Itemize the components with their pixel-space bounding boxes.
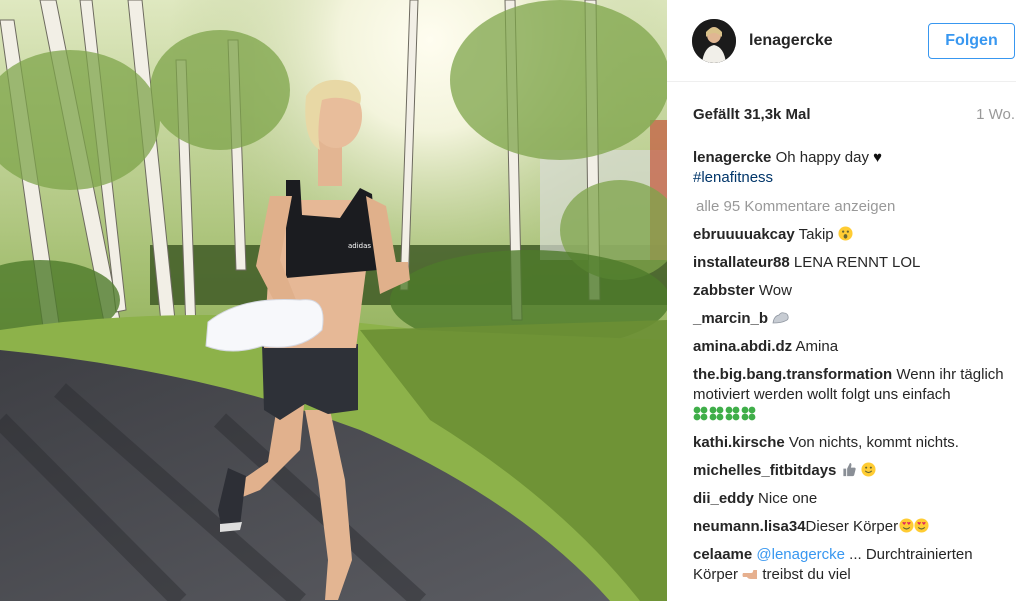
comment-username[interactable]: dii_eddy bbox=[693, 490, 754, 507]
post-age[interactable]: 1 Wo. bbox=[976, 106, 1015, 123]
post-author-username[interactable]: lenagercke bbox=[749, 32, 928, 50]
comment-text: Wow bbox=[758, 282, 792, 299]
smiley-emoji-icon bbox=[861, 462, 876, 477]
comment-username[interactable]: celaame bbox=[693, 546, 752, 563]
instagram-post-view: adidas lenagercke Folgen Gefällt 31,3k M… bbox=[0, 0, 1024, 601]
running-woman-photo: adidas bbox=[0, 0, 667, 601]
comment-username[interactable]: ebruuuuakcay bbox=[693, 226, 795, 243]
comment: kathi.kirsche Von nichts, kommt nichts. bbox=[693, 433, 1004, 453]
comment-username[interactable]: amina.abdi.dz bbox=[693, 338, 792, 355]
post-header: lenagercke Folgen bbox=[667, 0, 1024, 82]
comment: the.big.bang.transformation Wenn ihr täg… bbox=[693, 365, 1004, 425]
comment-username[interactable]: the.big.bang.transformation bbox=[693, 366, 892, 383]
comment: michelles_fitbitdays bbox=[693, 461, 1004, 481]
caption-hashtag[interactable]: #lenafitness bbox=[693, 169, 773, 186]
heart-eyes-emoji-icon bbox=[898, 518, 930, 535]
comment-text: Dieser Körper bbox=[805, 518, 899, 535]
comment: neumann.lisa34Dieser Körper bbox=[693, 517, 1004, 537]
likes-count[interactable]: Gefällt 31,3k Mal bbox=[693, 106, 811, 123]
comment: ebruuuuakcay Takip bbox=[693, 225, 1004, 245]
comment-mention[interactable]: @lenagercke bbox=[756, 546, 845, 563]
comments-scrollbar[interactable] bbox=[1016, 0, 1024, 601]
comment-text: LENA RENNT LOL bbox=[793, 254, 921, 271]
caption-text: Oh happy day bbox=[775, 149, 869, 166]
flexed-biceps-icon bbox=[772, 312, 789, 324]
pointing-hand-icon bbox=[742, 570, 758, 579]
view-all-comments-link[interactable]: alle 95 Kommentare anzeigen bbox=[696, 197, 1004, 217]
comment-text: Von nichts, kommt nichts. bbox=[788, 434, 959, 451]
comment: amina.abdi.dz Amina bbox=[693, 337, 1004, 357]
thumbs-up-icon bbox=[842, 462, 856, 477]
comment-text: Takip bbox=[798, 226, 834, 243]
comments-list: lenagercke Oh happy day ♥ #lenafitness a… bbox=[667, 148, 1024, 585]
comment-username[interactable]: _marcin_b bbox=[693, 310, 768, 327]
avatar-image bbox=[692, 18, 736, 63]
caption-username[interactable]: lenagercke bbox=[693, 149, 771, 166]
comment-text: Nice one bbox=[758, 490, 818, 507]
svg-text:adidas: adidas bbox=[348, 242, 371, 250]
comment: _marcin_b bbox=[693, 309, 1004, 329]
comment-username[interactable]: installateur88 bbox=[693, 254, 790, 271]
comment-text-continued: treibst du viel bbox=[762, 566, 851, 583]
heart-icon: ♥ bbox=[873, 149, 883, 166]
caption: lenagercke Oh happy day ♥ #lenafitness bbox=[693, 148, 1004, 188]
post-photo[interactable]: adidas bbox=[0, 0, 667, 601]
comment-text: Amina bbox=[795, 338, 839, 355]
comment: celaame @lenagercke ... Durchtrainierten… bbox=[693, 545, 1004, 585]
comment: zabbster Wow bbox=[693, 281, 1004, 301]
avatar[interactable] bbox=[692, 18, 736, 63]
follow-button[interactable]: Folgen bbox=[928, 22, 1015, 59]
four-leaf-clover-icon bbox=[693, 406, 757, 423]
astonished-emoji-icon bbox=[838, 226, 853, 241]
comment-username[interactable]: neumann.lisa34 bbox=[693, 518, 806, 535]
comment-username[interactable]: michelles_fitbitdays bbox=[693, 462, 836, 479]
comment: dii_eddy Nice one bbox=[693, 489, 1004, 509]
comment-username[interactable]: kathi.kirsche bbox=[693, 434, 785, 451]
comment: installateur88 LENA RENNT LOL bbox=[693, 253, 1004, 273]
comment-username[interactable]: zabbster bbox=[693, 282, 755, 299]
post-side-panel: lenagercke Folgen Gefällt 31,3k Mal 1 Wo… bbox=[667, 0, 1024, 601]
likes-row: Gefällt 31,3k Mal 1 Wo. bbox=[667, 106, 1024, 123]
